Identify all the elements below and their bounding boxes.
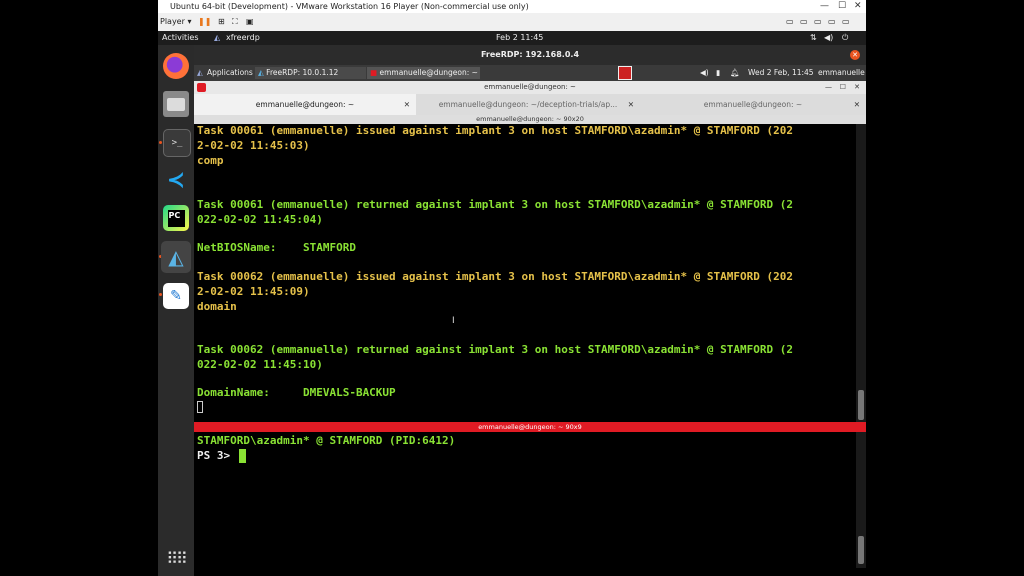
mouse-text-cursor-icon: I: [452, 316, 455, 326]
pane-title-top: emmanuelle@dungeon: ~ 90x20: [194, 115, 866, 124]
terminal-line: 2-02-02 11:45:03): [197, 139, 310, 152]
scrollbar-top-pane[interactable]: [856, 124, 866, 422]
terminal-icon[interactable]: >_: [163, 129, 191, 157]
scrollbar-bottom-pane[interactable]: [856, 432, 866, 568]
vmware-title-bar: Ubuntu 64-bit (Development) - VMware Wor…: [158, 0, 866, 13]
show-applications-icon[interactable]: ⠿⠿: [163, 545, 189, 571]
clock[interactable]: Feb 2 11:45: [496, 31, 543, 45]
pane-title-bottom: emmanuelle@dungeon: ~ 90x9: [194, 422, 866, 432]
display-device-icon[interactable]: ▭: [842, 13, 850, 31]
taskbar-item-terminal[interactable]: ■ emmanuelle@dungeon: ~: [367, 67, 480, 79]
minimize-icon[interactable]: —: [820, 0, 829, 13]
terminal-window-icon: [197, 83, 206, 92]
maximize-icon[interactable]: ☐: [840, 81, 846, 94]
volume-icon[interactable]: ◀): [700, 65, 709, 81]
pause-icon[interactable]: ❚❚: [198, 13, 211, 31]
terminal-line: NetBIOSName: STAMFORD: [197, 241, 356, 254]
tab-terminal-1[interactable]: emmanuelle@dungeon: ~ ✕: [194, 94, 416, 115]
terminal-prompt[interactable]: PS 3>: [197, 449, 237, 464]
files-icon[interactable]: [163, 91, 189, 117]
text-editor-icon[interactable]: ✎: [163, 283, 189, 309]
user-menu[interactable]: emmanuelle: [818, 65, 865, 81]
applications-menu[interactable]: Applications: [207, 65, 253, 81]
terminal-title-bar: emmanuelle@dungeon: ~ — ☐ ✕: [194, 81, 866, 94]
close-icon[interactable]: ✕: [850, 50, 860, 60]
unity-icon[interactable]: ▣: [246, 13, 254, 31]
freerdp-icon[interactable]: ◭: [161, 241, 191, 273]
remote-panel: ◭ Applications ◭ FreeRDP: 10.0.1.12 ■ em…: [194, 65, 866, 81]
activities-button[interactable]: Activities: [162, 31, 199, 45]
tab-terminal-3[interactable]: emmanuelle@dungeon: ~ ✕: [640, 94, 866, 115]
terminal-cursor: [239, 449, 246, 463]
close-icon[interactable]: ✕: [854, 0, 862, 13]
freerdp-task-icon: ◭: [258, 68, 264, 77]
terminal-line: 2-02-02 11:45:09): [197, 285, 310, 298]
fullscreen-icon[interactable]: ⛶: [232, 13, 238, 31]
xfreerdp-app-icon: ◭: [214, 33, 221, 42]
scrollbar-thumb[interactable]: [858, 536, 864, 564]
terminal-window-title: emmanuelle@dungeon: ~: [484, 83, 576, 91]
app-menu[interactable]: xfreerdp: [226, 31, 260, 45]
terminal-line: 022-02-02 11:45:10): [197, 358, 323, 371]
volume-icon[interactable]: ◀): [824, 31, 833, 45]
send-ctrl-alt-del-icon[interactable]: ⊞: [218, 13, 225, 31]
terminal-pane-bottom[interactable]: STAMFORD\azadmin* @ STAMFORD (PID:6412) …: [194, 432, 856, 568]
tab-label: emmanuelle@dungeon: ~: [703, 100, 803, 109]
folder-shape: [167, 97, 185, 111]
terminal-pane-top[interactable]: Task 00061 (emmanuelle) issued against i…: [194, 124, 856, 422]
workspace-switcher[interactable]: [618, 66, 632, 80]
pycharm-label: PC: [167, 209, 185, 227]
minimize-icon[interactable]: —: [825, 81, 832, 94]
power-icon[interactable]: ⏻: [842, 31, 848, 45]
remote-clock[interactable]: Wed 2 Feb, 11:45: [748, 65, 814, 81]
running-indicator: [159, 141, 162, 144]
tab-label: emmanuelle@dungeon: ~: [255, 100, 355, 109]
ubuntu-dock: >_ ≺ PC ◭ ✎ ⠿⠿: [158, 45, 194, 576]
tab-terminal-2[interactable]: emmanuelle@dungeon: ~/deception-trials/a…: [416, 94, 640, 115]
close-tab-icon[interactable]: ✕: [404, 94, 410, 115]
player-menu[interactable]: Player ▾: [160, 13, 191, 31]
notification-bell-icon[interactable]: 🔔︎: [730, 65, 740, 81]
pycharm-icon[interactable]: PC: [163, 205, 189, 231]
tab-label: emmanuelle@dungeon: ~/deception-trials/a…: [438, 100, 618, 109]
applications-menu-icon[interactable]: ◭: [197, 65, 203, 81]
taskbar-item-freerdp[interactable]: ◭ FreeRDP: 10.0.1.12: [255, 67, 366, 79]
battery-icon[interactable]: ▮: [716, 65, 720, 81]
taskbar-item-label: emmanuelle@dungeon: ~: [379, 68, 478, 77]
close-tab-icon[interactable]: ✕: [854, 94, 860, 115]
ubuntu-top-bar: Activities ◭ xfreerdp Feb 2 11:45 ⇅ ◀) ⏻: [158, 31, 866, 45]
terminal-line: Task 00062 (emmanuelle) issued against i…: [197, 270, 794, 283]
scrollbar-thumb[interactable]: [858, 390, 864, 420]
terminal-line: comp: [197, 154, 224, 167]
firefox-icon[interactable]: [163, 53, 189, 79]
usb-device-icon[interactable]: ▭: [800, 13, 808, 31]
terminal-line: 022-02-02 11:45:04): [197, 213, 323, 226]
terminal-line: domain: [197, 300, 237, 313]
network-device-icon[interactable]: ▭: [814, 13, 822, 31]
vmware-window-title: Ubuntu 64-bit (Development) - VMware Wor…: [170, 2, 529, 11]
freerdp-title-bar: FreeRDP: 192.168.0.4 ✕: [194, 45, 866, 65]
vmware-toolbar: Player ▾ ❚❚ ⊞ ⛶ ▣ ▭ ▭ ▭ ▭ ▭: [158, 13, 866, 32]
network-icon[interactable]: ⇅: [810, 31, 817, 45]
close-icon[interactable]: ✕: [854, 81, 860, 94]
vscode-icon[interactable]: ≺: [163, 167, 189, 193]
terminal-cursor: [197, 401, 203, 413]
close-tab-icon[interactable]: ✕: [628, 94, 634, 115]
terminal-line: Task 00061 (emmanuelle) returned against…: [197, 198, 794, 211]
terminal-task-icon: ■: [370, 68, 378, 77]
sound-device-icon[interactable]: ▭: [828, 13, 836, 31]
maximize-icon[interactable]: ☐: [838, 0, 846, 13]
freerdp-window-title: FreeRDP: 192.168.0.4: [480, 50, 580, 59]
terminal-line: STAMFORD\azadmin* @ STAMFORD (PID:6412): [197, 434, 456, 447]
running-indicator: [159, 293, 162, 296]
terminal-line: Task 00061 (emmanuelle) issued against i…: [197, 124, 794, 137]
taskbar-item-label: FreeRDP: 10.0.1.12: [266, 68, 339, 77]
terminal-line: Task 00062 (emmanuelle) returned against…: [197, 343, 794, 356]
terminal-tab-bar: emmanuelle@dungeon: ~ ✕ emmanuelle@dunge…: [194, 94, 866, 115]
terminal-line: DomainName: DMEVALS-BACKUP: [197, 386, 396, 399]
printer-icon[interactable]: ▭: [786, 13, 794, 31]
